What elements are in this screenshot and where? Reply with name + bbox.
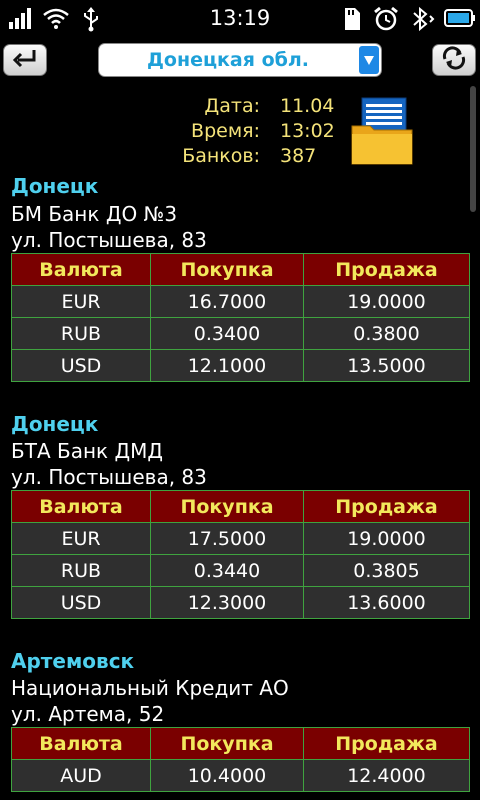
- buy-cell: 0.3440: [150, 554, 304, 587]
- table-row: EUR 16.7000 19.0000: [11, 285, 470, 318]
- column-header-buy: Покупка: [150, 727, 304, 760]
- column-header-currency: Валюта: [11, 253, 151, 286]
- refresh-button[interactable]: [432, 44, 476, 76]
- currency-cell: RUB: [11, 317, 151, 350]
- sell-cell: 19.0000: [303, 522, 470, 555]
- column-header-currency: Валюта: [11, 490, 151, 523]
- bank-name: Национальный Кредит АО: [11, 676, 289, 700]
- buy-cell: 17.5000: [150, 522, 304, 555]
- time-label: Время:: [191, 120, 260, 142]
- bank-city: Донецк: [11, 412, 99, 436]
- rates-table: Валюта Покупка Продажа AUD 10.4000 12.40…: [11, 727, 470, 792]
- sell-cell: 19.0000: [303, 285, 470, 318]
- bluetooth-icon: [408, 6, 436, 36]
- sell-cell: 12.4000: [303, 759, 470, 792]
- bank-city: Донецк: [11, 174, 99, 198]
- sd-card-icon: [342, 6, 362, 36]
- table-row: RUB 0.3440 0.3805: [11, 554, 470, 587]
- refresh-icon: [440, 46, 468, 74]
- folder-document-icon[interactable]: [350, 96, 414, 170]
- buy-cell: 0.3400: [150, 317, 304, 350]
- currency-cell: EUR: [11, 522, 151, 555]
- scrollbar[interactable]: [470, 86, 476, 212]
- rates-table: Валюта Покупка Продажа EUR 17.5000 19.00…: [11, 490, 470, 619]
- table-row: AUD 10.4000 12.4000: [11, 759, 470, 792]
- status-bar: 13:19: [0, 0, 480, 38]
- battery-icon: [444, 6, 476, 34]
- buy-cell: 12.3000: [150, 586, 304, 619]
- table-header-row: Валюта Покупка Продажа: [11, 253, 470, 286]
- currency-cell: AUD: [11, 759, 151, 792]
- column-header-currency: Валюта: [11, 727, 151, 760]
- bank-address: ул. Постышева, 83: [11, 228, 207, 252]
- column-header-buy: Покупка: [150, 253, 304, 286]
- column-header-buy: Покупка: [150, 490, 304, 523]
- bank-name: БТА Банк ДМД: [11, 439, 163, 463]
- date-label-row: Дата:: [150, 95, 260, 121]
- bank-name: БМ Банк ДО №3: [11, 202, 178, 226]
- table-row: USD 12.3000 13.6000: [11, 586, 470, 619]
- currency-cell: EUR: [11, 285, 151, 318]
- banks-label-row: Банков:: [150, 145, 260, 171]
- region-selected-value: Донецкая обл.: [146, 49, 310, 71]
- buy-cell: 16.7000: [150, 285, 304, 318]
- table-row: USD 12.1000 13.5000: [11, 349, 470, 382]
- currency-cell: USD: [11, 349, 151, 382]
- bank-address: ул. Артема, 52: [11, 702, 165, 726]
- currency-cell: RUB: [11, 554, 151, 587]
- buy-cell: 10.4000: [150, 759, 304, 792]
- banks-label: Банков:: [182, 145, 260, 167]
- column-header-sell: Продажа: [303, 490, 470, 523]
- table-header-row: Валюта Покупка Продажа: [11, 490, 470, 523]
- sell-cell: 13.5000: [303, 349, 470, 382]
- alarm-icon: [373, 6, 399, 36]
- back-button[interactable]: [3, 44, 47, 76]
- date-label: Дата:: [204, 95, 260, 117]
- time-value: 13:02: [280, 120, 335, 142]
- date-value: 11.04: [280, 95, 335, 117]
- back-arrow-icon: [12, 48, 38, 72]
- table-row: RUB 0.3400 0.3800: [11, 317, 470, 350]
- banks-count: 387: [280, 145, 317, 167]
- column-header-sell: Продажа: [303, 253, 470, 286]
- time-label-row: Время:: [150, 120, 260, 146]
- sell-cell: 0.3805: [303, 554, 470, 587]
- currency-cell: USD: [11, 586, 151, 619]
- bank-address: ул. Постышева, 83: [11, 465, 207, 489]
- column-header-sell: Продажа: [303, 727, 470, 760]
- sell-cell: 13.6000: [303, 586, 470, 619]
- rates-table: Валюта Покупка Продажа EUR 16.7000 19.00…: [11, 253, 470, 382]
- buy-cell: 12.1000: [150, 349, 304, 382]
- region-dropdown[interactable]: Донецкая обл.: [98, 43, 382, 77]
- table-row: EUR 17.5000 19.0000: [11, 522, 470, 555]
- bank-city: Артемовск: [11, 649, 135, 673]
- chevron-down-icon: [359, 46, 379, 74]
- sell-cell: 0.3800: [303, 317, 470, 350]
- table-header-row: Валюта Покупка Продажа: [11, 727, 470, 760]
